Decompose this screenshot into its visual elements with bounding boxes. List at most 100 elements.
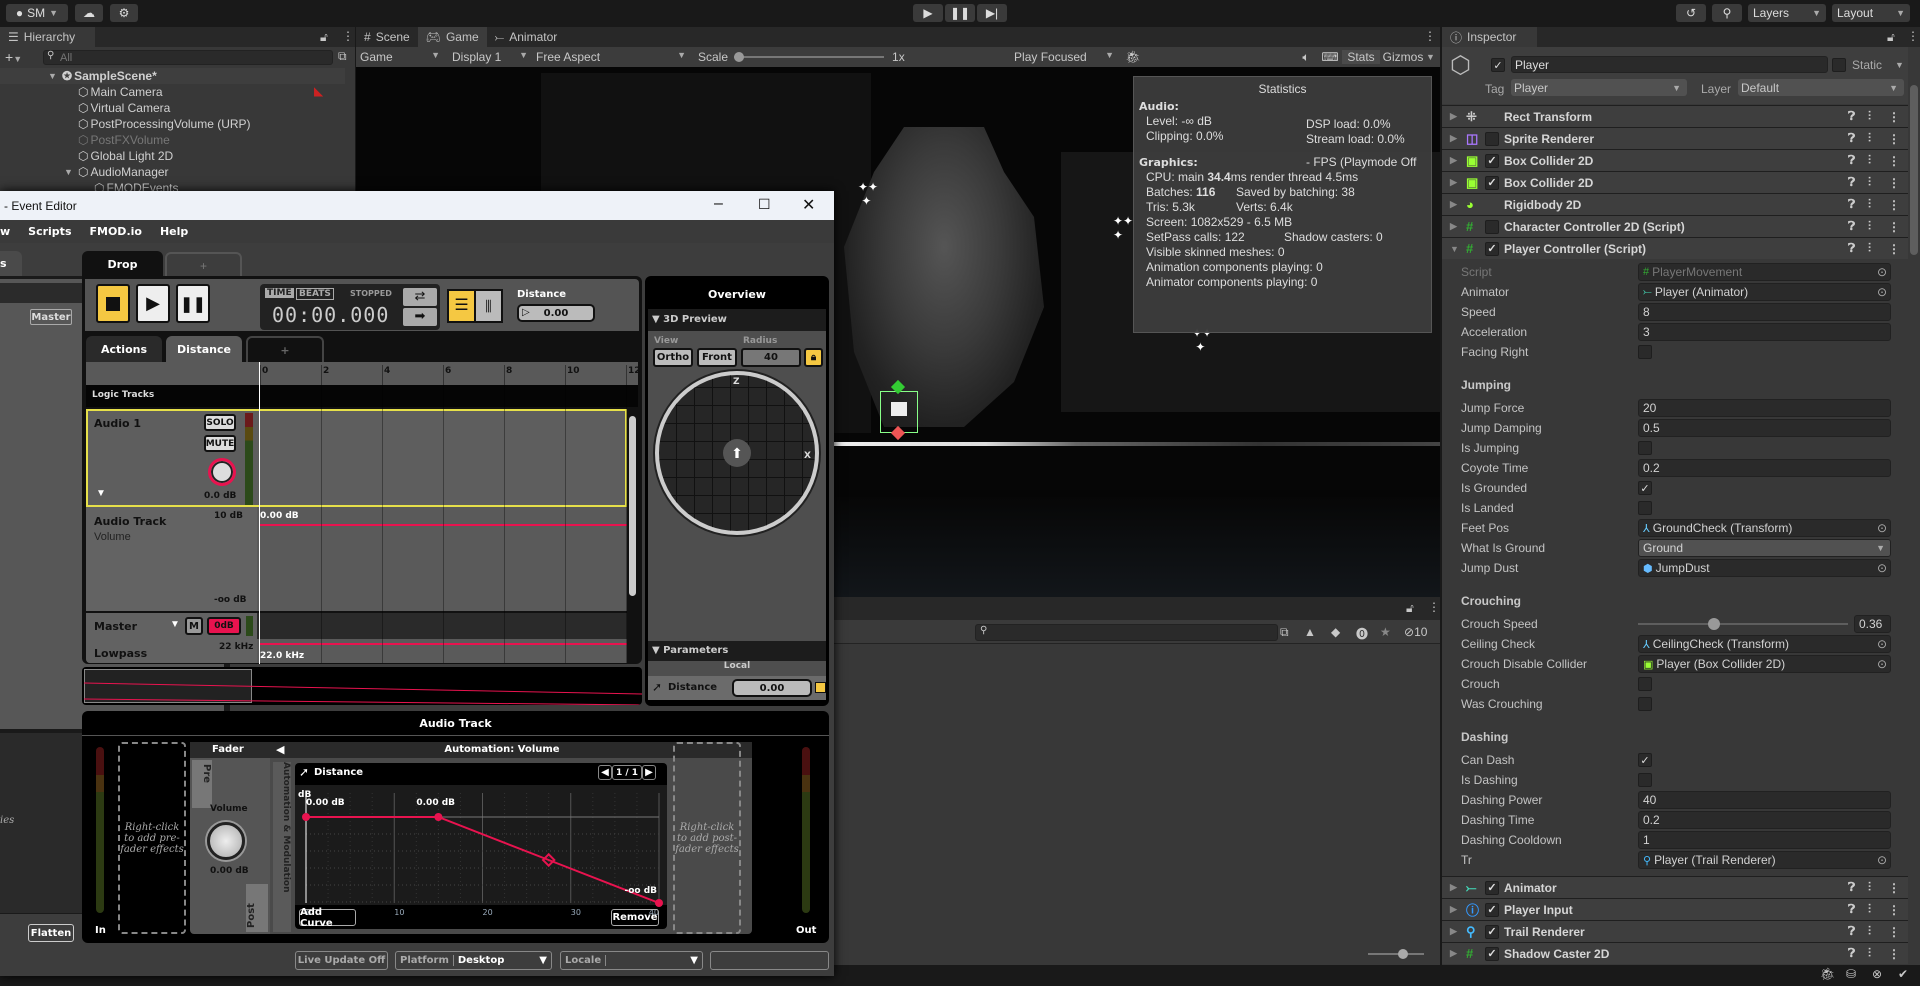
help-icon[interactable]: ❓︎ <box>1848 902 1855 917</box>
pre-fader-effects-dropzone[interactable]: Right-click to add pre-fader effects <box>118 742 186 934</box>
layers-dropdown[interactable]: Layers ▼ <box>1748 4 1826 22</box>
auto-generate-lighting-icon[interactable]: ⊗ <box>1872 967 1882 981</box>
component-header[interactable]: ▶ # Character Controller 2D (Script) ❓︎ ⫶ ⋮ <box>1442 215 1908 237</box>
3d-preview-header[interactable]: ▼ 3D Preview <box>648 309 826 331</box>
object-picker-icon[interactable]: ⊙ <box>1877 853 1887 867</box>
status-ok-icon[interactable]: ✔ <box>1898 967 1908 981</box>
object-picker-icon[interactable]: ⊙ <box>1877 265 1887 279</box>
locale-dropdown[interactable]: Locale ▼ <box>560 951 703 970</box>
browser-tab[interactable]: s <box>0 251 22 276</box>
lock-icon[interactable]: 🔓︎ <box>320 30 328 45</box>
mixer-view-button[interactable]: ⫼ <box>474 289 503 323</box>
param-value-input[interactable]: 0.00 <box>732 679 812 697</box>
front-button[interactable]: Front <box>697 348 737 367</box>
component-header[interactable]: ▶ ⤚ ✓ Animator ❓︎ ⫶ ⋮ <box>1442 876 1908 898</box>
more-menu-icon[interactable]: ⋮ <box>1907 29 1919 43</box>
component-menu-icon[interactable]: ⋮ <box>1888 220 1900 234</box>
object-picker-icon[interactable]: ⊙ <box>1877 561 1887 575</box>
help-icon[interactable]: ❓︎ <box>1848 880 1855 895</box>
audio-mute-icon[interactable]: 🔈︎ <box>1294 50 1318 65</box>
hierarchy-item[interactable]: ▼ ⬡ AudioManager <box>0 164 345 180</box>
checkbox[interactable] <box>1638 677 1652 691</box>
close-button[interactable]: ✕ <box>802 195 815 215</box>
keyboard-icon[interactable]: ⌨ <box>1318 50 1342 64</box>
collapsed-arrow-icon[interactable]: ▶ <box>1450 926 1457 937</box>
component-enabled-checkbox[interactable]: ✓ <box>1485 924 1499 939</box>
play-button[interactable]: ▶ <box>913 4 943 22</box>
step-button[interactable]: ▶| <box>977 4 1007 22</box>
presets-icon[interactable]: ⫶ <box>1868 131 1871 146</box>
hidden-count-icon[interactable]: ⊘10 <box>1404 625 1427 639</box>
object-field[interactable]: ▣ Player (Box Collider 2D) ⊙ <box>1638 655 1891 673</box>
filter-type-icon[interactable]: ▲ <box>1304 625 1316 639</box>
help-icon[interactable]: ❓︎ <box>1848 924 1855 939</box>
track-audio-1[interactable]: Audio 1 SOLO MUTE 0.0 dB ▼ <box>86 409 627 507</box>
menu-item[interactable]: FMOD.io <box>90 225 142 238</box>
automation-graph[interactable]: dB0.00 dB 0.00 dB-oo dB0 10 20 30 40 <box>295 785 667 919</box>
static-dropdown-icon[interactable]: ▼ <box>1895 60 1904 70</box>
component-header[interactable]: ▶ ⚲ ✓ Trail Renderer ❓︎ ⫶ ⋮ <box>1442 920 1908 942</box>
component-header[interactable]: ▼ # ✓ Player Controller (Script) ❓︎ ⫶ ⋮ <box>1442 237 1908 259</box>
collapsed-arrow-icon[interactable]: ▶ <box>1450 177 1457 188</box>
tab-sheet-distance[interactable]: Distance <box>166 336 242 362</box>
component-menu-icon[interactable]: ⋮ <box>1888 903 1900 917</box>
solo-button[interactable]: SOLO <box>204 414 236 431</box>
checkbox[interactable] <box>1638 773 1652 787</box>
object-field[interactable]: ⚲ Player (Trail Renderer) ⊙ <box>1638 851 1891 869</box>
play-mode-dropdown[interactable]: Play Focused ▼ <box>1010 50 1120 64</box>
component-header[interactable]: ▶ ▣ ✓ Box Collider 2D ❓︎ ⫶ ⋮ <box>1442 149 1908 171</box>
more-menu-icon[interactable]: ⋮ <box>1428 600 1440 614</box>
object-field[interactable]: # PlayerMovement ⊙ <box>1638 263 1891 281</box>
component-enabled-checkbox[interactable]: ✓ <box>1485 946 1499 961</box>
checkbox[interactable] <box>1638 441 1652 455</box>
bug-icon[interactable]: 🐞︎ <box>1120 50 1146 64</box>
hierarchy-item[interactable]: ⬡ Main Camera <box>0 84 345 100</box>
automation-line[interactable] <box>260 524 627 526</box>
scale-slider[interactable] <box>734 51 885 63</box>
number-input[interactable]: 20 <box>1638 399 1891 417</box>
lowpass-lane[interactable]: Lowpass 22 kHz 22.0 kHz <box>86 639 627 663</box>
collapsed-arrow-icon[interactable]: ▶ <box>1450 111 1457 122</box>
maximize-button[interactable]: ☐ <box>758 196 771 213</box>
playhead[interactable] <box>259 362 260 664</box>
number-input[interactable]: 40 <box>1638 791 1891 809</box>
collapsed-arrow-icon[interactable]: ▶ <box>1450 221 1457 232</box>
presets-icon[interactable]: ⫶ <box>1868 924 1871 939</box>
curve-point[interactable] <box>302 813 310 821</box>
collapse-left-icon[interactable]: ◀ <box>276 743 284 756</box>
component-header[interactable]: ▶ ◕ Rigidbody 2D ❓︎ ⫶ ⋮ <box>1442 193 1908 215</box>
collapsed-arrow-icon[interactable]: ▶ <box>1450 904 1457 915</box>
object-picker-icon[interactable]: ⊙ <box>1877 657 1887 671</box>
presets-icon[interactable]: ⫶ <box>1868 109 1871 124</box>
undo-history-button[interactable]: ↺ <box>1676 4 1706 22</box>
component-header[interactable]: ▶ # ✓ Shadow Caster 2D ❓︎ ⫶ ⋮ <box>1442 942 1908 964</box>
hierarchy-item[interactable]: ▼ ✪ SampleScene* <box>0 68 345 84</box>
slider-handle[interactable] <box>1707 618 1720 630</box>
help-icon[interactable]: ❓︎ <box>1848 109 1855 124</box>
object-field[interactable]: ⬢ JumpDust ⊙ <box>1638 559 1891 577</box>
component-menu-icon[interactable]: ⋮ <box>1888 110 1900 124</box>
collapsed-arrow-icon[interactable]: ▶ <box>1450 882 1457 893</box>
component-header[interactable]: ▶ ⁜ Rect Transform ❓︎ ⫶ ⋮ <box>1442 105 1908 127</box>
param-color-swatch[interactable] <box>815 682 826 693</box>
add-curve-button[interactable]: Add Curve <box>299 907 356 929</box>
component-enabled-checkbox[interactable]: ✓ <box>1485 241 1499 256</box>
number-input[interactable]: 3 <box>1638 323 1891 341</box>
component-menu-icon[interactable]: ⋮ <box>1888 198 1900 212</box>
static-checkbox[interactable] <box>1832 58 1846 72</box>
aspect-dropdown[interactable]: Free Aspect ▼ <box>532 50 692 64</box>
expand-arrow-icon[interactable]: ▼ <box>48 71 57 81</box>
object-picker-icon[interactable]: ⊙ <box>1877 521 1887 535</box>
presets-icon[interactable]: ⫶ <box>1868 153 1871 168</box>
track-master[interactable]: Master ▼ M 0dB <box>86 613 627 639</box>
component-menu-icon[interactable]: ⋮ <box>1888 154 1900 168</box>
hierarchy-item[interactable]: ⬡ PostFXVolume <box>0 132 345 148</box>
master-fader[interactable]: 0dB <box>207 617 241 635</box>
lock-icon[interactable]: 🔓︎ <box>1887 30 1895 45</box>
gizmos-dropdown-icon[interactable]: ▼ <box>1426 52 1440 62</box>
account-button[interactable]: ● SM ▼ <box>6 4 68 22</box>
3d-sphere[interactable]: Z X ⬆ <box>655 371 819 535</box>
create-button[interactable]: +▼ <box>5 49 22 65</box>
help-icon[interactable]: ❓︎ <box>1848 241 1855 256</box>
tab-scene[interactable]: # Scene <box>356 27 418 47</box>
